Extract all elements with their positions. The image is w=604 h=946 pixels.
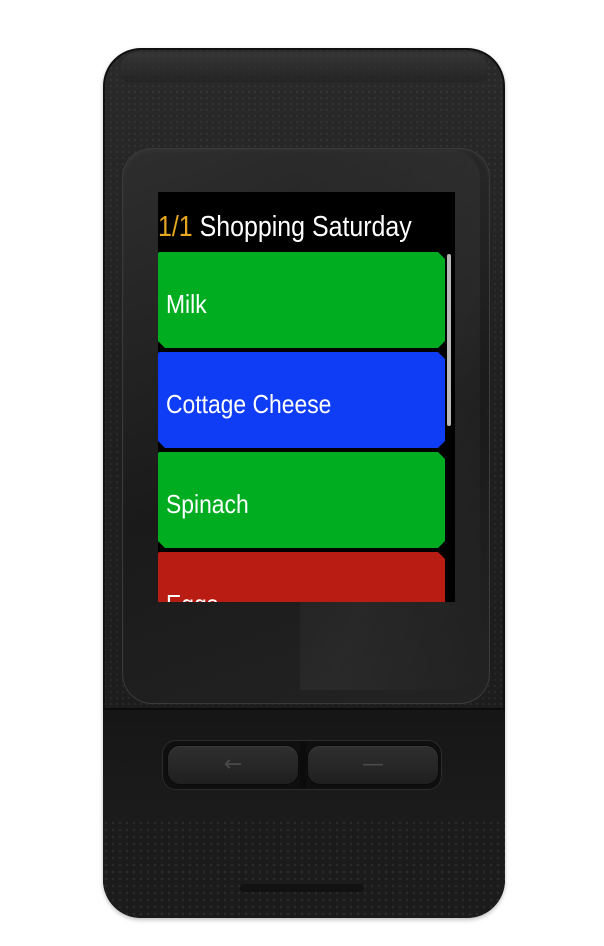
list-item-milk[interactable]: Milk xyxy=(158,252,445,348)
list-item-spinach[interactable]: Spinach xyxy=(158,452,445,548)
button-divider xyxy=(300,742,306,788)
list-item-label: Cottage Cheese xyxy=(166,388,332,419)
list-item-label: Spinach xyxy=(166,488,249,519)
list-item-cottage-cheese[interactable]: Cottage Cheese xyxy=(158,352,445,448)
list-item-eggs[interactable]: Eggs xyxy=(158,552,445,602)
menu-button[interactable]: — xyxy=(308,746,438,784)
watch-bottom-edge xyxy=(240,884,364,892)
menu-dash-icon: — xyxy=(362,752,384,777)
list-title: Shopping Saturday xyxy=(199,211,412,243)
page-counter: 1/1 xyxy=(158,211,193,243)
list-item-label: Milk xyxy=(166,288,207,319)
watch-screen: 1/1 Shopping Saturday Milk Cottage Chees… xyxy=(158,192,455,602)
list-title-bar: 1/1 Shopping Saturday xyxy=(158,209,413,245)
back-button[interactable]: ← xyxy=(168,746,298,784)
watch-band-texture xyxy=(103,820,505,918)
watch-top-edge xyxy=(120,52,488,82)
scrollbar-thumb[interactable] xyxy=(447,254,451,426)
list-item-label: Eggs xyxy=(166,589,218,603)
back-arrow-icon: ← xyxy=(223,752,243,777)
watch-stage: 1/1 Shopping Saturday Milk Cottage Chees… xyxy=(0,0,604,946)
